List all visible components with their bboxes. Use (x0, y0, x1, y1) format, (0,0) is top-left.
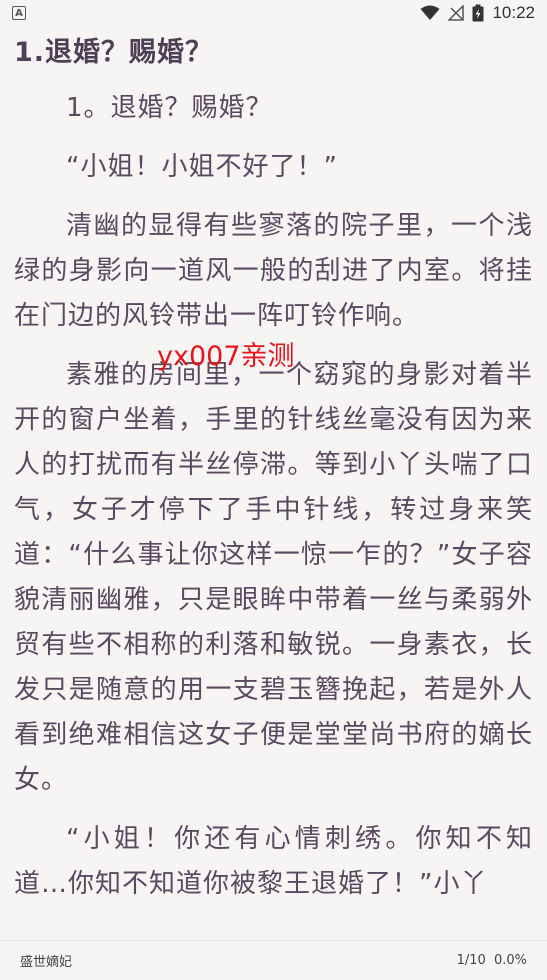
reading-progress: 1/10 0.0% (457, 953, 527, 968)
paragraph: 清幽的显得有些寥落的院子里，一个浅绿的身影向一道风一般的刮进了内室。将挂在门边的… (14, 211, 533, 331)
accessibility-a-icon: A (12, 6, 26, 20)
paragraph: 1。退婚？赐婚？ (66, 93, 273, 123)
battery-charging-icon (472, 4, 484, 22)
no-signal-icon (448, 5, 465, 21)
wifi-icon (420, 5, 440, 20)
progress-percent: 0.0% (493, 953, 527, 968)
paragraph: “小姐！你还有心情刺绣。你知不知道…你知不知道你被黎王退婚了！”小丫 (14, 824, 533, 899)
reader-footer: 盛世嫡妃 1/10 0.0% (0, 940, 547, 980)
status-bar: A 10:22 (0, 0, 547, 26)
status-left: A (12, 6, 26, 20)
book-title: 盛世嫡妃 (20, 955, 73, 970)
reader-content[interactable]: 1.退婚？赐婚？ 1。退婚？赐婚？ “小姐！小姐不好了！” 清幽的显得有些寥落的… (0, 26, 547, 936)
paragraph: 素雅的房间里，一个窈窕的身影对着半开的窗户坐着，手里的针线丝毫没有因为来人的打扰… (14, 360, 533, 795)
page-indicator: 1/10 (456, 953, 486, 968)
chapter-title: 1.退婚？赐婚？ (14, 37, 214, 68)
paragraph: “小姐！小姐不好了！” (66, 152, 338, 182)
clock-time: 10:22 (492, 3, 535, 22)
status-right: 10:22 (420, 3, 535, 23)
